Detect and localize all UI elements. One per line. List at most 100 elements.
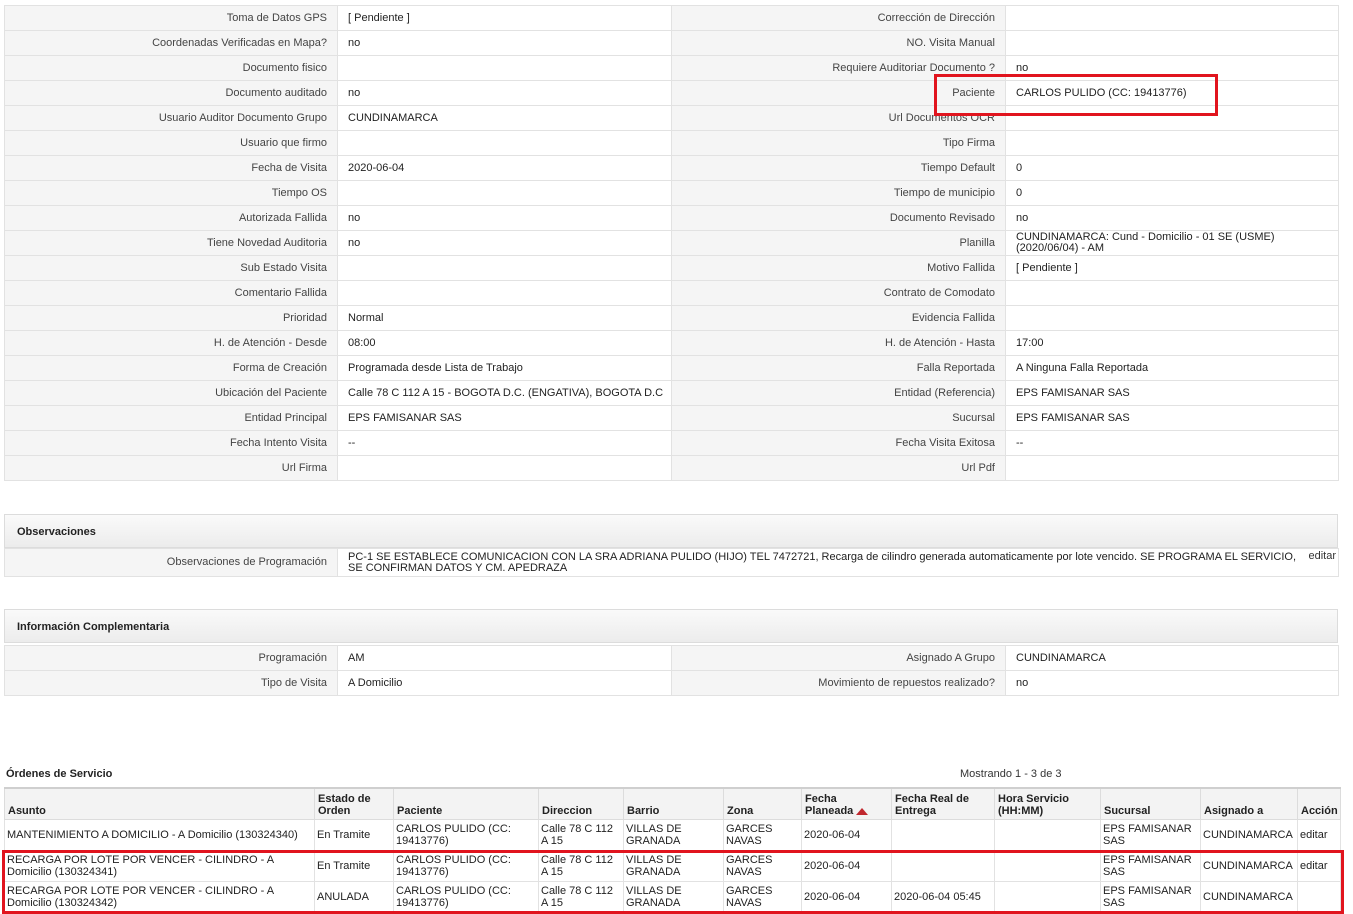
field-value-fecha-intento-visita: --: [337, 430, 672, 456]
edit-order-link: [1297, 881, 1341, 913]
column-header-fecha-real-de-entrega[interactable]: Fecha Real de Entrega: [891, 787, 995, 820]
column-header-direccion[interactable]: Direccion: [538, 787, 624, 820]
field-label-h-de-atencion-hasta: H. de Atención - Hasta: [671, 330, 1006, 356]
field-value-usuario-auditor-documento-grupo: CUNDINAMARCA: [337, 105, 672, 131]
order-cell-barrio: VILLAS DE GRANADA: [623, 819, 724, 851]
info-row: Tipo de Visita A Domicilio Movimiento de r…: [4, 670, 1339, 696]
column-header-zona[interactable]: Zona: [723, 787, 802, 820]
order-row: MANTENIMIENTO A DOMICILIO - A Domicilio …: [4, 819, 1341, 851]
field-value-falla-reportada: A Ninguna Falla Reportada: [1005, 355, 1339, 381]
field-value-entidad-referencia: EPS FAMISANAR SAS: [1005, 380, 1339, 406]
column-header-fecha-planeada[interactable]: Fecha Planeada: [801, 787, 892, 820]
field-label-prioridad: Prioridad: [4, 305, 338, 331]
field-value-autorizada-fallida: no: [337, 205, 672, 231]
field-value-documento-auditado: no: [337, 80, 672, 106]
order-cell-sucursal: EPS FAMISANAR SAS: [1100, 881, 1201, 913]
order-cell-direccion: Calle 78 C 112 A 15: [538, 881, 624, 913]
column-header-label: Fecha Planeada: [805, 793, 854, 817]
field-value-comentario-fallida: [337, 280, 672, 306]
order-cell-paciente: CARLOS PULIDO (CC: 19413776): [393, 881, 539, 913]
order-cell-zona: GARCES NAVAS: [723, 819, 802, 851]
field-label-tiempo-de-municipio: Tiempo de municipio: [671, 180, 1006, 206]
order-cell-estado-de-orden: ANULADA: [314, 881, 394, 913]
field-value-tiempo-default: 0: [1005, 155, 1339, 181]
order-cell-hora-servicio-hh-mm: [994, 850, 1101, 882]
order-cell-hora-servicio-hh-mm: [994, 881, 1101, 913]
order-cell-fecha-real-de-entrega: [891, 850, 995, 882]
field-label-tipo-de-visita: Tipo de Visita: [4, 670, 338, 696]
column-header-sucursal[interactable]: Sucursal: [1100, 787, 1201, 820]
column-header-paciente[interactable]: Paciente: [393, 787, 539, 820]
details-row: Tiene Novedad Auditoria no Planilla CUNDINA…: [4, 230, 1339, 256]
field-value-fecha-visita-exitosa: --: [1005, 430, 1339, 456]
details-row: Prioridad Normal Evidencia Fallida: [4, 305, 1339, 331]
field-label-programacion: Programación: [4, 645, 338, 671]
info-complementaria-table: Programación AM Asignado A Grupo CUNDINAMAR…: [4, 645, 1339, 696]
field-label-entidad-referencia: Entidad (Referencia): [671, 380, 1006, 406]
field-label-paciente: Paciente: [671, 80, 1006, 106]
details-row: Autorizada Fallida no Documento Revisado no: [4, 205, 1339, 231]
edit-order-link[interactable]: editar: [1297, 850, 1341, 882]
edit-order-link[interactable]: editar: [1297, 819, 1341, 851]
field-value-programacion: AM: [337, 645, 672, 671]
field-label-toma-de-datos-gps: Toma de Datos GPS: [4, 5, 338, 31]
column-header-hora-servicio-hh-mm[interactable]: Hora Servicio (HH:MM): [994, 787, 1101, 820]
details-row: H. de Atención - Desde 08:00 H. de Atenció…: [4, 330, 1339, 356]
orders-title: Órdenes de Servicio: [6, 768, 113, 780]
order-cell-zona: GARCES NAVAS: [723, 850, 802, 882]
field-value-contrato-de-comodato: [1005, 280, 1339, 306]
field-value-paciente: CARLOS PULIDO (CC: 19413776): [1005, 80, 1339, 106]
column-header-accion[interactable]: Acción: [1297, 787, 1341, 820]
column-header-label: Hora Servicio (HH:MM): [998, 793, 1069, 817]
order-cell-barrio: VILLAS DE GRANADA: [623, 881, 724, 913]
field-label-documento-revisado: Documento Revisado: [671, 205, 1006, 231]
details-row: Ubicación del Paciente Calle 78 C 112 A 1…: [4, 380, 1339, 406]
details-row: Sub Estado Visita Motivo Fallida[ Pendien…: [4, 255, 1339, 281]
column-header-barrio[interactable]: Barrio: [623, 787, 724, 820]
order-cell-sucursal: EPS FAMISANAR SAS: [1100, 850, 1201, 882]
field-label-usuario-que-firmo: Usuario que firmo: [4, 130, 338, 156]
order-cell-fecha-planeada: 2020-06-04: [801, 850, 892, 882]
column-header-estado-de-orden[interactable]: Estado de Orden: [314, 787, 394, 820]
column-header-label: Asignado a: [1204, 805, 1264, 817]
field-value-url-documentos-ocr: [1005, 105, 1339, 131]
order-cell-direccion: Calle 78 C 112 A 15: [538, 850, 624, 882]
field-label-evidencia-fallida: Evidencia Fallida: [671, 305, 1006, 331]
field-label-sucursal: Sucursal: [671, 405, 1006, 431]
column-header-label: Estado de Orden: [318, 793, 371, 817]
field-value-tiempo-de-municipio: 0: [1005, 180, 1339, 206]
field-value-movimiento-de-repuestos-realizado: no: [1005, 670, 1339, 696]
info-complementaria-header: Información Complementaria: [4, 609, 1338, 643]
field-value-motivo-fallida: [ Pendiente ]: [1005, 255, 1339, 281]
field-value-planilla: CUNDINAMARCA: Cund - Domicilio - 01 SE (…: [1005, 230, 1339, 256]
details-row: Forma de Creación Programada desde Lista …: [4, 355, 1339, 381]
field-value-evidencia-fallida: [1005, 305, 1339, 331]
column-header-label: Acción: [1301, 805, 1338, 817]
field-value-fecha-de-visita: 2020-06-04: [337, 155, 672, 181]
field-label-coordenadas-verificadas-en-mapa: Coordenadas Verificadas en Mapa?: [4, 30, 338, 56]
order-cell-asunto: RECARGA POR LOTE POR VENCER - CILINDRO -…: [4, 881, 315, 913]
column-header-asunto[interactable]: Asunto: [4, 787, 315, 820]
order-cell-asunto: MANTENIMIENTO A DOMICILIO - A Domicilio …: [4, 819, 315, 851]
field-label-tiempo-default: Tiempo Default: [671, 155, 1006, 181]
field-value-documento-revisado: no: [1005, 205, 1339, 231]
column-header-label: Direccion: [542, 805, 593, 817]
field-value-toma-de-datos-gps: [ Pendiente ]: [337, 5, 672, 31]
observaciones-edit-link[interactable]: editar: [1308, 551, 1336, 562]
field-label-fecha-intento-visita: Fecha Intento Visita: [4, 430, 338, 456]
field-label-sub-estado-visita: Sub Estado Visita: [4, 255, 338, 281]
column-header-label: Paciente: [397, 805, 443, 817]
order-cell-paciente: CARLOS PULIDO (CC: 19413776): [393, 819, 539, 851]
order-cell-fecha-real-de-entrega: 2020-06-04 05:45: [891, 881, 995, 913]
order-cell-asignado-a: CUNDINAMARCA: [1200, 881, 1298, 913]
order-row: RECARGA POR LOTE POR VENCER - CILINDRO -…: [4, 850, 1341, 882]
field-label-forma-de-creacion: Forma de Creación: [4, 355, 338, 381]
field-label-entidad-principal: Entidad Principal: [4, 405, 338, 431]
column-header-asignado-a[interactable]: Asignado a: [1200, 787, 1298, 820]
field-value-no-visita-manual: [1005, 30, 1339, 56]
column-header-label: Sucursal: [1104, 805, 1151, 817]
field-label-usuario-auditor-documento-grupo: Usuario Auditor Documento Grupo: [4, 105, 338, 131]
sort-ascending-icon[interactable]: [856, 807, 869, 815]
details-table: Toma de Datos GPS[ Pendiente ] Corrección…: [4, 5, 1339, 481]
field-value-tiene-novedad-auditoria: no: [337, 230, 672, 256]
